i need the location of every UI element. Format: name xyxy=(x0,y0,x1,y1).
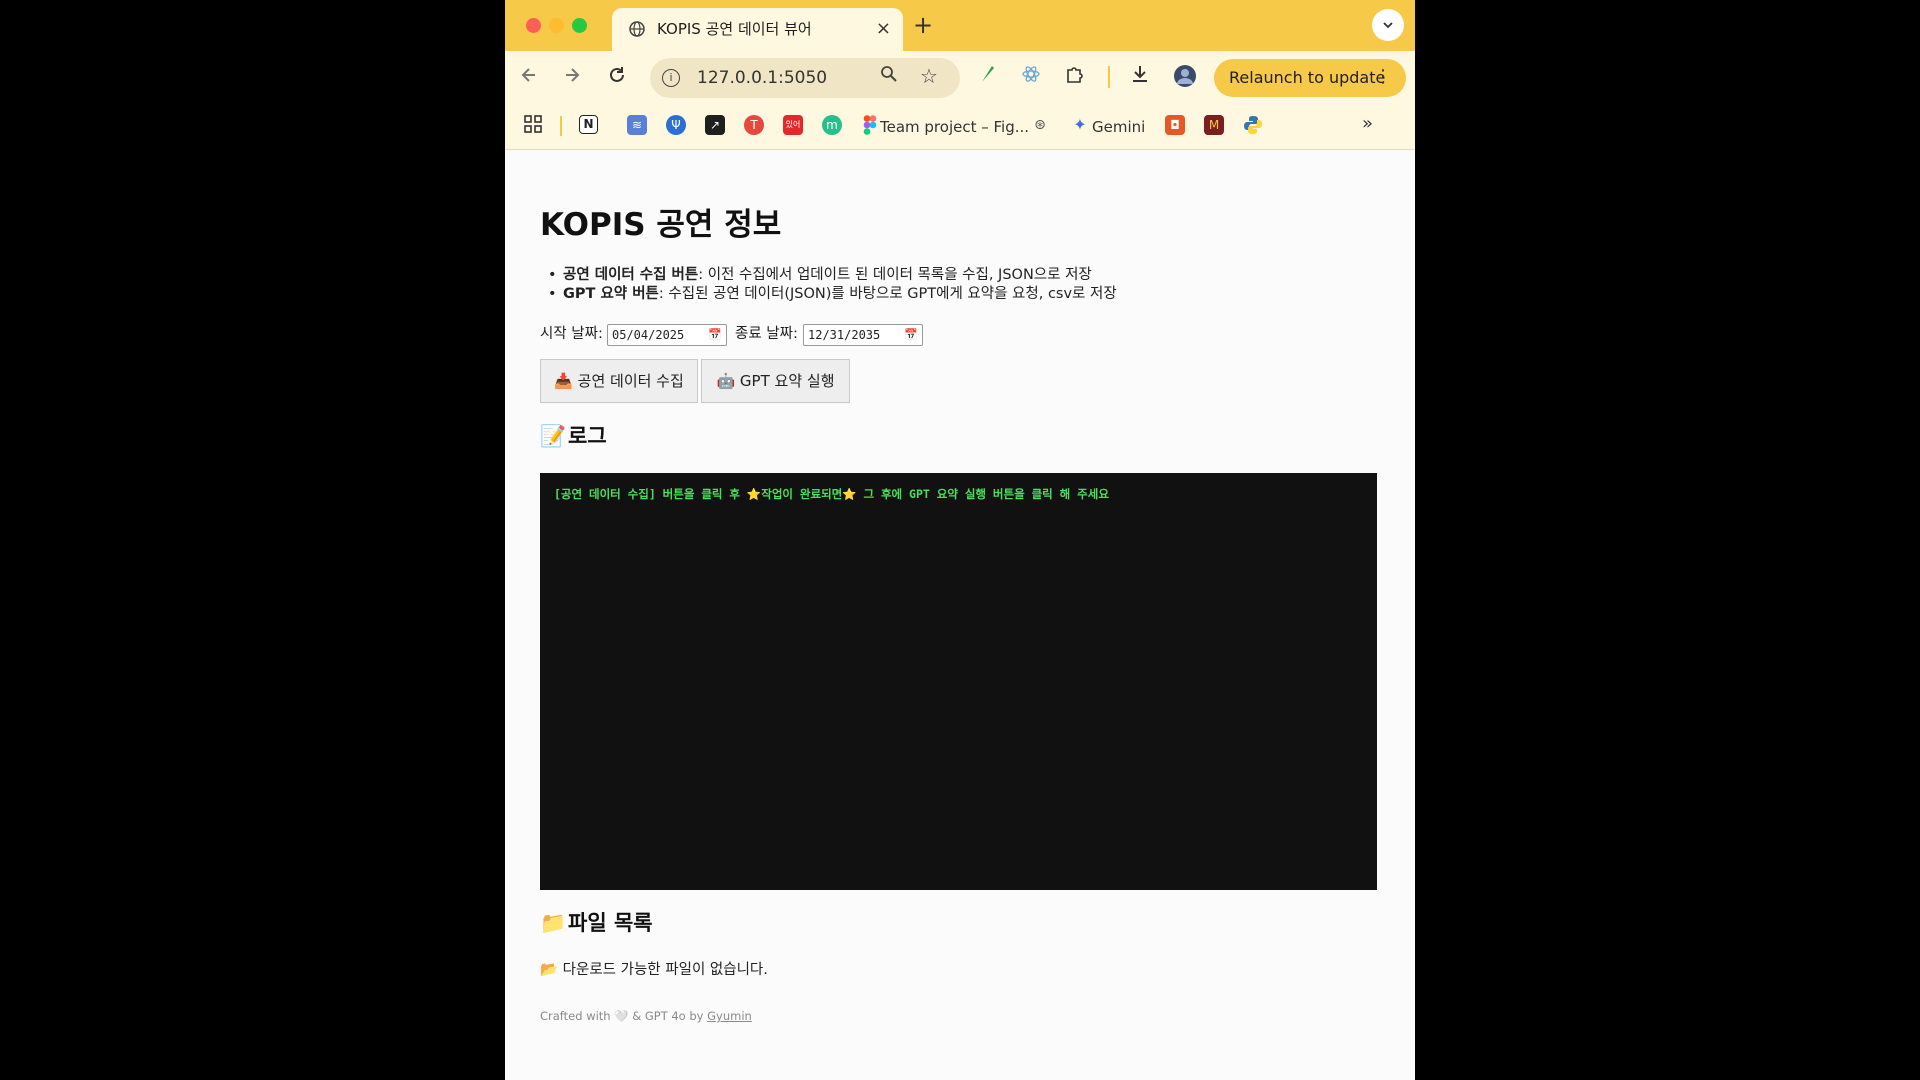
files-heading-text: 파일 목록 xyxy=(568,911,653,935)
stack-bookmark-icon[interactable]: ≋ xyxy=(627,115,647,135)
relaunch-button[interactable]: Relaunch to update ⋮ xyxy=(1214,59,1406,97)
forward-button[interactable] xyxy=(562,63,582,93)
zoom-icon[interactable] xyxy=(880,65,898,88)
maroon-bookmark-icon[interactable]: M xyxy=(1204,115,1224,135)
tab-strip: KOPIS 공연 데이터 뷰어 × + xyxy=(505,0,1415,51)
files-empty-message: 📂 다운로드 가능한 파일이 없습니다. xyxy=(540,962,768,978)
maximize-window-button[interactable] xyxy=(572,18,587,33)
memo-icon: 📝 xyxy=(540,424,567,448)
bullet-bold-label: GPT 요약 버튼 xyxy=(563,286,659,302)
quill-extension-icon[interactable] xyxy=(978,64,998,90)
bullet-bold-label: 공연 데이터 수집 버튼 xyxy=(563,267,699,283)
green-m-bookmark-icon[interactable]: m xyxy=(822,115,842,135)
end-date-label: 종료 날짜: xyxy=(735,326,798,342)
bookmarks-divider xyxy=(560,116,562,136)
start-date-input[interactable]: 05/04/2025 📅 xyxy=(607,324,727,346)
page-content: KOPIS 공연 정보 공연 데이터 수집 버튼: 이전 수집에서 업데이트 된… xyxy=(505,150,1415,1080)
site-info-icon[interactable]: i xyxy=(662,69,680,87)
minimize-window-button[interactable] xyxy=(549,18,564,33)
gemini-bookmark-label[interactable]: Gemini xyxy=(1092,117,1145,137)
figma-icon[interactable] xyxy=(860,115,880,135)
relaunch-label: Relaunch to update xyxy=(1229,68,1386,87)
files-heading: 📁파일 목록 xyxy=(540,909,653,937)
toolbar: i 127.0.0.1:5050 ☆ Relaunch to update ⋮ xyxy=(505,51,1415,105)
folder-icon: 📁 xyxy=(540,911,567,935)
profile-avatar[interactable] xyxy=(1173,64,1197,94)
python-icon[interactable] xyxy=(1243,115,1263,135)
calendar-icon[interactable]: 📅 xyxy=(904,325,918,345)
address-bar[interactable]: i 127.0.0.1:5050 ☆ xyxy=(650,58,960,98)
red-circle-bookmark-icon[interactable]: T xyxy=(744,115,764,135)
download-icon[interactable] xyxy=(1130,64,1150,90)
end-date-value: 12/31/2035 xyxy=(808,328,881,342)
notion-icon[interactable]: N xyxy=(579,115,598,134)
back-button[interactable] xyxy=(519,63,539,93)
list-item: 공연 데이터 수집 버튼: 이전 수집에서 업데이트 된 데이터 목록을 수집,… xyxy=(545,266,1117,285)
bullet-text: : 이전 수집에서 업데이트 된 데이터 목록을 수집, JSON으로 저장 xyxy=(698,267,1092,283)
collect-data-button[interactable]: 📥 공연 데이터 수집 xyxy=(540,359,698,403)
url-text[interactable]: 127.0.0.1:5050 xyxy=(697,67,827,89)
globe-icon xyxy=(629,21,645,37)
start-date-label: 시작 날짜: xyxy=(540,326,603,342)
close-tab-icon[interactable]: × xyxy=(876,17,891,41)
end-date-input[interactable]: 12/31/2035 📅 xyxy=(803,324,923,346)
description-list: 공연 데이터 수집 버튼: 이전 수집에서 업데이트 된 데이터 목록을 수집,… xyxy=(545,266,1117,304)
forward-arrow-icon xyxy=(566,68,580,82)
browser-window: KOPIS 공연 데이터 뷰어 × + i 127.0.0.1:5050 ☆ R… xyxy=(505,0,1415,1080)
dark-bookmark-icon[interactable]: ↗ xyxy=(705,115,725,135)
close-window-button[interactable] xyxy=(526,18,541,33)
react-extension-icon[interactable] xyxy=(1021,64,1041,90)
bookmark-star-icon[interactable]: ☆ xyxy=(920,64,938,88)
tab-title: KOPIS 공연 데이터 뷰어 xyxy=(657,20,812,38)
extensions-puzzle-icon[interactable] xyxy=(1065,64,1085,90)
log-console[interactable]: [공연 데이터 수집] 버튼을 클릭 후 ⭐작업이 완료되면⭐ 그 후에 GPT… xyxy=(540,473,1377,890)
more-vert-icon: ⋮ xyxy=(1374,66,1392,87)
red-square-bookmark-icon[interactable]: 있어 xyxy=(783,115,803,135)
apps-grid-icon[interactable] xyxy=(523,115,543,135)
reload-button[interactable] xyxy=(607,63,627,93)
more-bookmarks-icon[interactable]: » xyxy=(1362,114,1373,134)
openai-icon[interactable]: ⊛ xyxy=(1030,115,1050,135)
tab-search-button[interactable] xyxy=(1372,9,1404,41)
blue-bookmark-icon[interactable]: Ψ xyxy=(666,115,686,135)
back-arrow-icon xyxy=(521,68,535,82)
list-item: GPT 요약 버튼: 수집된 공연 데이터(JSON)를 바탕으로 GPT에게 … xyxy=(545,285,1117,304)
footer-text: Crafted with 🤍 & GPT 4o by xyxy=(540,1009,708,1023)
bookmarks-bar: N ≋ Ψ ↗ T 있어 m Team project – Fig... ⊛ ✦… xyxy=(505,105,1415,150)
start-date-value: 05/04/2025 xyxy=(612,328,685,342)
page-title: KOPIS 공연 정보 xyxy=(540,207,782,243)
orange-bookmark-icon[interactable]: ◘ xyxy=(1165,115,1185,135)
chevron-down-icon xyxy=(1383,22,1393,29)
new-tab-button[interactable]: + xyxy=(913,10,933,40)
calendar-icon[interactable]: 📅 xyxy=(708,325,722,345)
author-link[interactable]: Gyumin xyxy=(707,1009,752,1023)
toolbar-divider xyxy=(1108,66,1110,88)
tab-kopis[interactable]: KOPIS 공연 데이터 뷰어 × xyxy=(612,8,903,51)
footer: Crafted with 🤍 & GPT 4o by Gyumin xyxy=(540,1008,752,1024)
log-heading: 📝로그 xyxy=(540,422,607,450)
reload-icon xyxy=(610,67,624,82)
gemini-icon[interactable]: ✦ xyxy=(1070,115,1090,135)
bullet-text: : 수집된 공연 데이터(JSON)를 바탕으로 GPT에게 요약을 요청, c… xyxy=(658,286,1117,302)
log-line: [공연 데이터 수집] 버튼을 클릭 후 ⭐작업이 완료되면⭐ 그 후에 GPT… xyxy=(554,487,1109,501)
gpt-summary-button[interactable]: 🤖 GPT 요약 실행 xyxy=(701,359,850,403)
log-heading-text: 로그 xyxy=(568,424,607,448)
figma-bookmark-label[interactable]: Team project – Fig... xyxy=(880,117,1029,137)
